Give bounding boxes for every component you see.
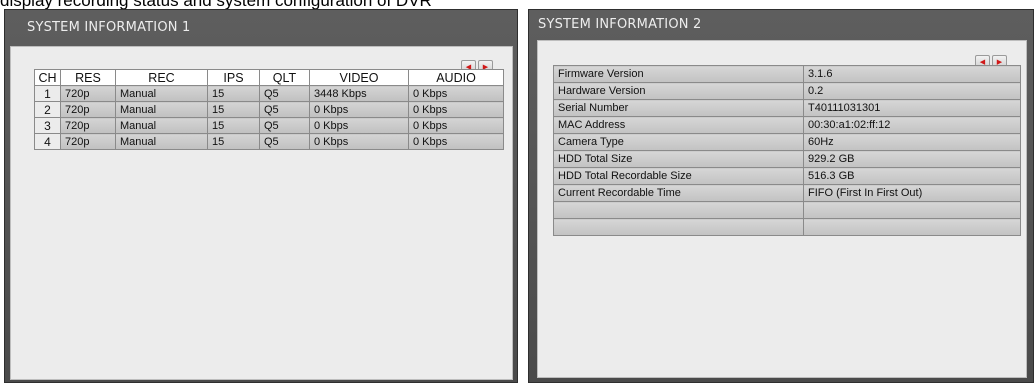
- table-row: [553, 218, 1021, 236]
- cell-qlt: Q5: [259, 133, 310, 150]
- cell-res: 720p: [60, 117, 116, 134]
- cell-rec: Manual: [115, 117, 208, 134]
- cell-video: 0 Kbps: [309, 133, 409, 150]
- cell-ch: 3: [34, 117, 61, 134]
- header-ch: CH: [34, 69, 61, 86]
- table-row: Current Recordable Time FIFO (First In Fi…: [553, 184, 1021, 202]
- panel-title: SYSTEM INFORMATION 2: [538, 17, 702, 32]
- cell-audio: 0 Kbps: [408, 117, 504, 134]
- header-video: VIDEO: [309, 69, 409, 86]
- table-row: Firmware Version 3.1.6: [553, 65, 1021, 83]
- table-row: 4 720p Manual 15 Q5 0 Kbps 0 Kbps: [34, 133, 504, 150]
- config-label: [553, 201, 804, 219]
- cell-ips: 15: [207, 101, 260, 118]
- config-value: FIFO (First In First Out): [803, 184, 1021, 202]
- config-label: Firmware Version: [553, 65, 804, 83]
- table-row: Serial Number T40111031301: [553, 99, 1021, 117]
- config-label: HDD Total Size: [553, 150, 804, 168]
- config-label: MAC Address: [553, 116, 804, 134]
- cell-audio: 0 Kbps: [408, 85, 504, 102]
- system-config-table: Firmware Version 3.1.6 Hardware Version 0.…: [553, 65, 1021, 236]
- system-information-2-panel: SYSTEM INFORMATION 2 ◀ ▶ Firmware Versio…: [528, 9, 1034, 383]
- config-label: Hardware Version: [553, 82, 804, 100]
- cell-ips: 15: [207, 117, 260, 134]
- config-value: 00:30:a1:02:ff:12: [803, 116, 1021, 134]
- config-value: 60Hz: [803, 133, 1021, 151]
- header-res: RES: [60, 69, 116, 86]
- config-value: 929.2 GB: [803, 150, 1021, 168]
- config-value: 3.1.6: [803, 65, 1021, 83]
- panel-body: ◀ ▶ Firmware Version 3.1.6 Hardware Versi…: [537, 40, 1027, 378]
- header-ips: IPS: [207, 69, 260, 86]
- table-header-row: CH RES REC IPS QLT VIDEO AUDIO: [34, 69, 504, 86]
- config-label: Serial Number: [553, 99, 804, 117]
- panel-title: SYSTEM INFORMATION 1: [27, 20, 191, 35]
- config-label: Current Recordable Time: [553, 184, 804, 202]
- table-row: 1 720p Manual 15 Q5 3448 Kbps 0 Kbps: [34, 85, 504, 102]
- cell-rec: Manual: [115, 101, 208, 118]
- cell-ips: 15: [207, 133, 260, 150]
- cell-video: 3448 Kbps: [309, 85, 409, 102]
- config-value: [803, 218, 1021, 236]
- system-information-1-panel: SYSTEM INFORMATION 1 ◀ ▶ CH RES REC IPS …: [4, 9, 518, 383]
- cell-ch: 1: [34, 85, 61, 102]
- config-label: HDD Total Recordable Size: [553, 167, 804, 185]
- table-row: [553, 201, 1021, 219]
- cell-res: 720p: [60, 133, 116, 150]
- table-row: 3 720p Manual 15 Q5 0 Kbps 0 Kbps: [34, 117, 504, 134]
- cell-ch: 2: [34, 101, 61, 118]
- cell-rec: Manual: [115, 133, 208, 150]
- header-audio: AUDIO: [408, 69, 504, 86]
- cell-video: 0 Kbps: [309, 117, 409, 134]
- config-value: T40111031301: [803, 99, 1021, 117]
- cell-qlt: Q5: [259, 85, 310, 102]
- cell-audio: 0 Kbps: [408, 101, 504, 118]
- cell-res: 720p: [60, 101, 116, 118]
- config-value: 516.3 GB: [803, 167, 1021, 185]
- config-label: Camera Type: [553, 133, 804, 151]
- cell-ips: 15: [207, 85, 260, 102]
- table-row: 2 720p Manual 15 Q5 0 Kbps 0 Kbps: [34, 101, 504, 118]
- table-row: HDD Total Size 929.2 GB: [553, 150, 1021, 168]
- cell-qlt: Q5: [259, 101, 310, 118]
- config-label: [553, 218, 804, 236]
- cell-ch: 4: [34, 133, 61, 150]
- channel-status-table: CH RES REC IPS QLT VIDEO AUDIO 1 720p Ma…: [34, 69, 504, 150]
- table-row: Camera Type 60Hz: [553, 133, 1021, 151]
- header-qlt: QLT: [259, 69, 310, 86]
- table-row: MAC Address 00:30:a1:02:ff:12: [553, 116, 1021, 134]
- cell-video: 0 Kbps: [309, 101, 409, 118]
- config-value: [803, 201, 1021, 219]
- cell-rec: Manual: [115, 85, 208, 102]
- panel-body: ◀ ▶ CH RES REC IPS QLT VIDEO AUDIO 1 720…: [10, 46, 513, 380]
- cell-qlt: Q5: [259, 117, 310, 134]
- table-row: Hardware Version 0.2: [553, 82, 1021, 100]
- table-row: HDD Total Recordable Size 516.3 GB: [553, 167, 1021, 185]
- header-rec: REC: [115, 69, 208, 86]
- config-value: 0.2: [803, 82, 1021, 100]
- cell-res: 720p: [60, 85, 116, 102]
- cell-audio: 0 Kbps: [408, 133, 504, 150]
